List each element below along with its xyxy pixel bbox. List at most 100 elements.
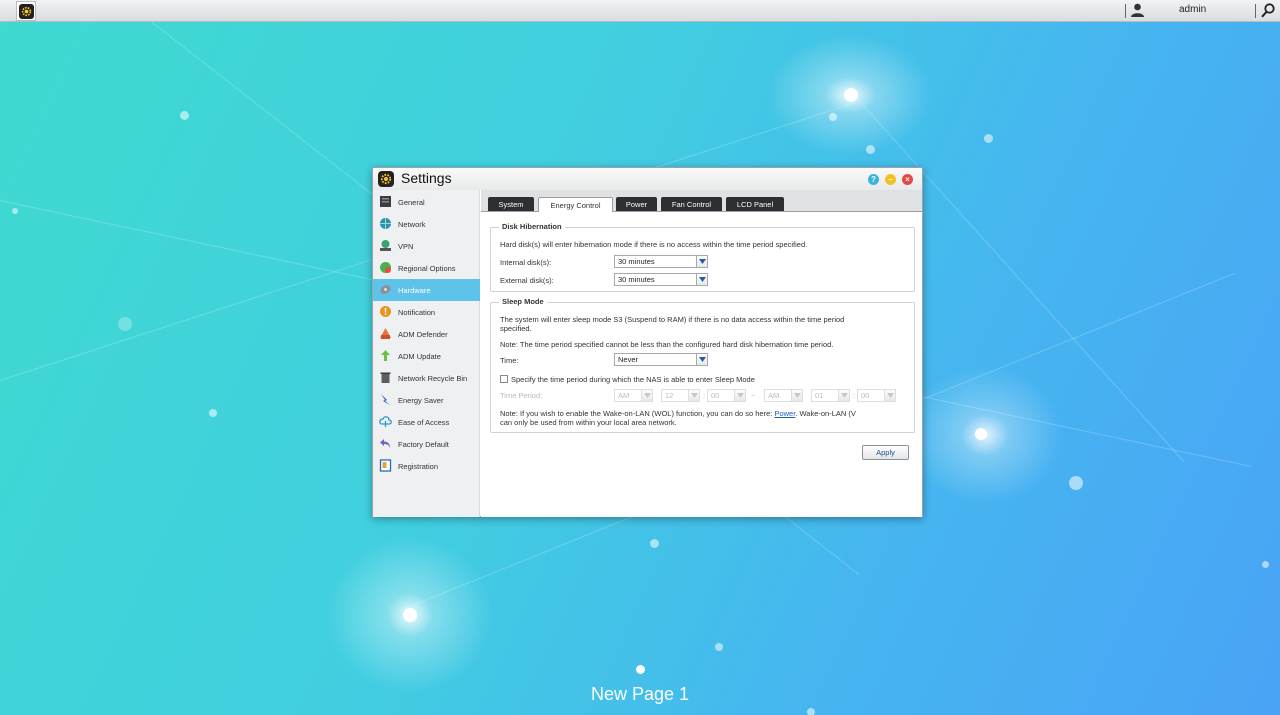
window-titlebar[interactable]: Settings ? – × (373, 168, 922, 190)
sleep-mode-description: The system will enter sleep mode S3 (Sus… (500, 315, 845, 324)
minimize-button[interactable]: – (885, 174, 896, 185)
sleep-mode-description-cont: specified. (500, 324, 532, 333)
user-icon[interactable] (1131, 3, 1144, 22)
chevron-down-icon (688, 390, 699, 401)
background-dot (844, 88, 858, 102)
network-icon (380, 218, 391, 229)
close-button[interactable]: × (902, 174, 913, 185)
background-dot (180, 111, 189, 120)
tab-power[interactable]: Power (616, 197, 657, 211)
adm-update-icon (381, 350, 390, 361)
time-period-label: Time Period: (500, 391, 543, 400)
recycle-bin-icon (380, 372, 391, 383)
background-dot (975, 428, 987, 440)
internal-disk-select[interactable]: 30 minutes (614, 255, 708, 268)
sidebar-item-network-recycle-bin[interactable]: Network Recycle Bin (373, 367, 480, 389)
sidebar-item-label: ADM Update (398, 352, 441, 361)
tab-energy-control[interactable]: Energy Control (538, 197, 613, 212)
background-dot (403, 608, 417, 622)
background-dot (650, 539, 659, 548)
chevron-down-icon (641, 390, 652, 401)
sidebar-item-factory-default[interactable]: Factory Default (373, 433, 480, 455)
sidebar-item-adm-defender[interactable]: ADM Defender (373, 323, 480, 345)
start-minute-select[interactable]: 00 (707, 389, 746, 402)
chevron-down-icon (791, 390, 802, 401)
sleep-mode-legend: Sleep Mode (499, 297, 547, 306)
chevron-down-icon (884, 390, 895, 401)
sidebar-item-notification[interactable]: Notification (373, 301, 480, 323)
settings-window: Settings ? – × General Network VPN Regio… (372, 167, 923, 517)
sidebar-item-vpn[interactable]: VPN (373, 235, 480, 257)
background-dot (807, 708, 815, 715)
end-ampm-select[interactable]: AM (764, 389, 803, 402)
end-hour-select[interactable]: 01 (811, 389, 850, 402)
start-hour-select[interactable]: 12 (661, 389, 700, 402)
end-minute-select[interactable]: 00 (857, 389, 896, 402)
range-separator: ~ (751, 391, 756, 400)
sidebar-item-registration[interactable]: Registration (373, 455, 480, 477)
settings-app-button[interactable] (16, 1, 36, 21)
sidebar-item-ease-of-access[interactable]: Ease of Access (373, 411, 480, 433)
chevron-down-icon (696, 354, 707, 365)
start-ampm-select[interactable]: AM (614, 389, 653, 402)
wol-note-cont: can only be used from within your local … (500, 418, 677, 427)
sidebar-item-label: Notification (398, 308, 436, 317)
start-hour-value: 12 (665, 391, 674, 400)
wol-note-suffix: . Wake-on-LAN (V (795, 409, 856, 418)
sidebar-item-network[interactable]: Network (373, 213, 480, 235)
tab-lcd-panel[interactable]: LCD Panel (726, 197, 784, 211)
disk-hibernation-group: Disk Hibernation Hard disk(s) will enter… (490, 222, 915, 292)
end-ampm-value: AM (768, 391, 780, 400)
external-disk-label: External disk(s): (500, 276, 554, 285)
specify-period-label[interactable]: Specify the time period during which the… (511, 375, 755, 384)
background-dot (984, 134, 993, 143)
start-minute-value: 00 (711, 391, 720, 400)
sidebar-item-adm-update[interactable]: ADM Update (373, 345, 480, 367)
sidebar-item-energy-saver[interactable]: Energy Saver (373, 389, 480, 411)
window-title: Settings (401, 170, 452, 186)
start-ampm-value: AM (618, 391, 630, 400)
general-icon (380, 196, 391, 207)
settings-gear-icon (378, 171, 394, 187)
vpn-icon (380, 240, 391, 251)
sidebar-item-general[interactable]: General (373, 191, 480, 213)
time-colon: : (703, 391, 706, 400)
external-disk-select[interactable]: 30 minutes (614, 273, 708, 286)
sidebar-item-label: ADM Defender (398, 330, 448, 339)
registration-icon (379, 459, 392, 472)
background-dot (1069, 476, 1083, 490)
tab-system[interactable]: System (488, 197, 534, 211)
apply-button[interactable]: Apply (862, 445, 909, 460)
sleep-time-value: Never (618, 355, 639, 364)
settings-sidebar: General Network VPN Regional Options Har… (373, 190, 480, 517)
sidebar-item-regional-options[interactable]: Regional Options (373, 257, 480, 279)
sleep-mode-group: Sleep Mode The system will enter sleep m… (490, 297, 915, 433)
wol-note-prefix: Note: If you wish to enable the Wake-on-… (500, 409, 775, 418)
tab-fan-control[interactable]: Fan Control (661, 197, 722, 211)
page-label: New Page 1 (590, 684, 690, 704)
specify-period-checkbox[interactable] (500, 375, 508, 383)
background-dot (866, 145, 875, 154)
chevron-down-icon (838, 390, 849, 401)
chevron-down-icon (696, 256, 707, 267)
chevron-down-icon (696, 274, 707, 285)
user-name[interactable]: admin (1179, 4, 1206, 15)
regional-options-icon (380, 262, 391, 273)
page-indicator-dot[interactable] (636, 665, 645, 674)
sidebar-item-label: General (398, 198, 425, 207)
notification-icon (380, 306, 391, 317)
sidebar-item-label: Network (398, 220, 426, 229)
sidebar-item-label: VPN (398, 242, 414, 251)
sleep-time-select[interactable]: Never (614, 353, 708, 366)
time-colon: : (853, 391, 856, 400)
help-button[interactable]: ? (868, 174, 879, 185)
sidebar-item-hardware[interactable]: Hardware (373, 279, 480, 301)
sidebar-item-label: Regional Options (398, 264, 456, 273)
sidebar-item-label: Hardware (398, 286, 431, 295)
internal-disk-value: 30 minutes (618, 257, 655, 266)
sidebar-item-label: Network Recycle Bin (398, 374, 468, 383)
search-icon[interactable] (1261, 3, 1275, 23)
power-link[interactable]: Power (774, 409, 795, 418)
sidebar-item-label: Energy Saver (398, 396, 444, 405)
sidebar-item-label: Ease of Access (398, 418, 450, 427)
